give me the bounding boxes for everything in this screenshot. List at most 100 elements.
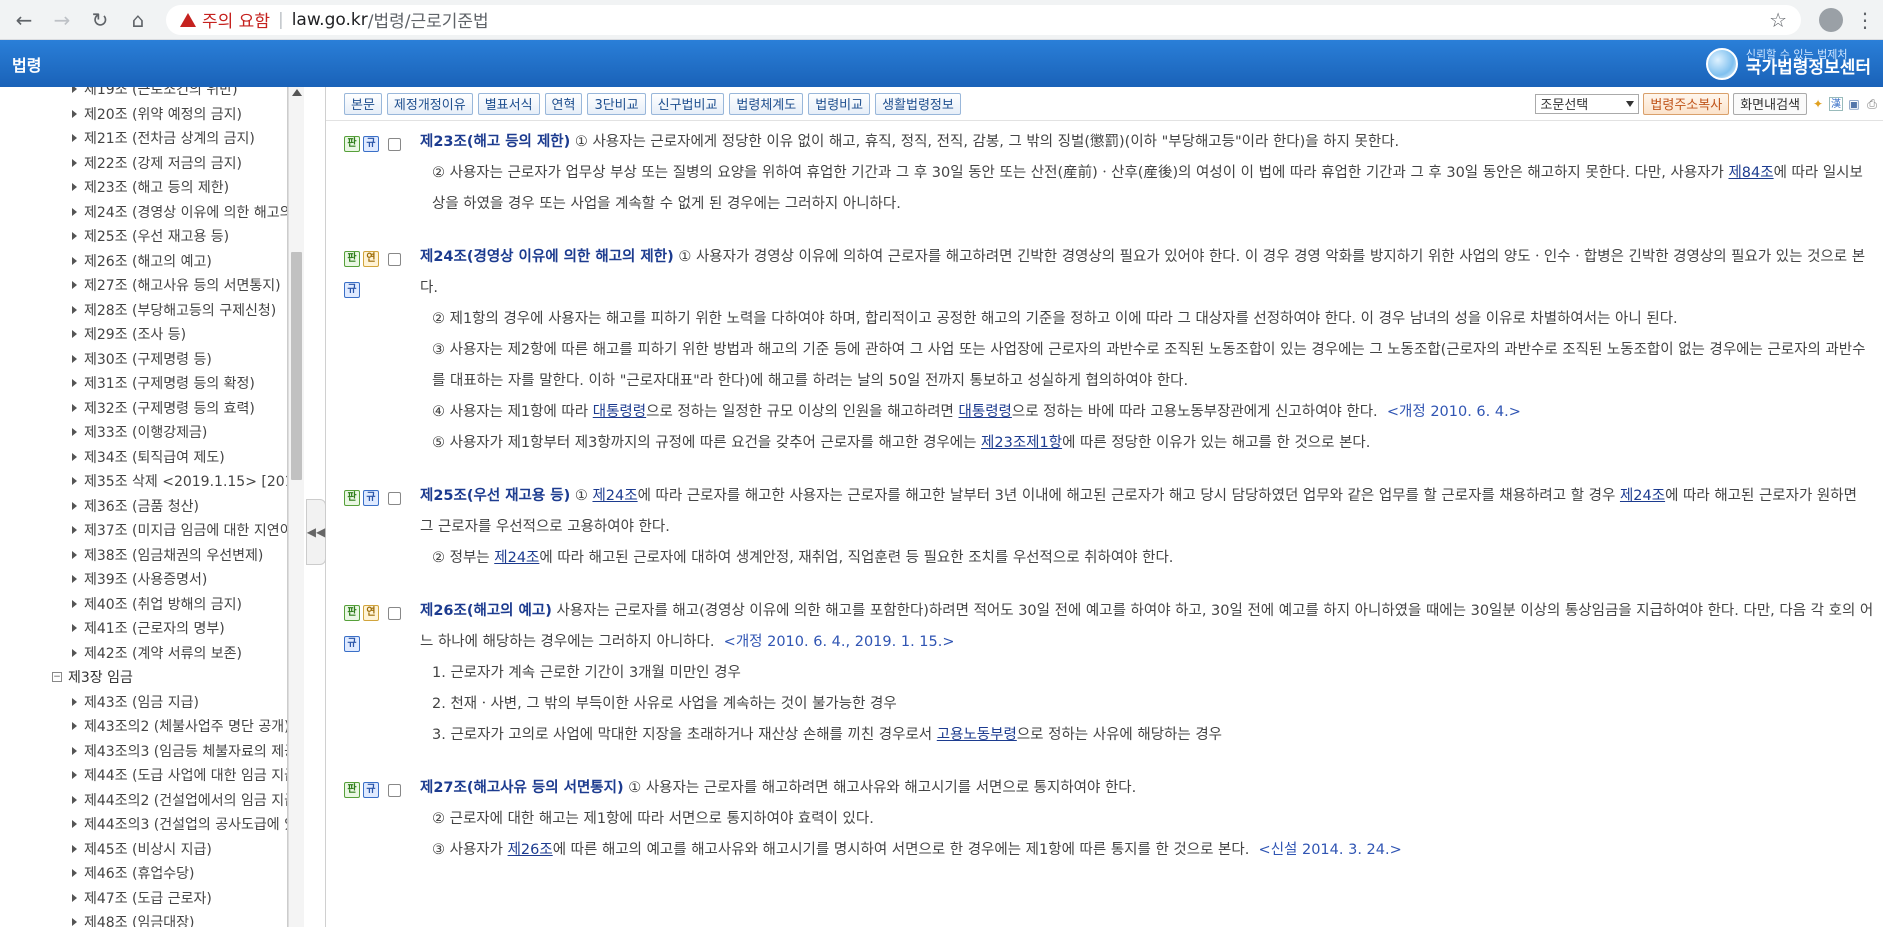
tab-history[interactable]: 연혁 xyxy=(544,92,583,115)
sidebar-tree-item[interactable]: 제29조 (조사 등) xyxy=(0,322,284,347)
article-checkbox[interactable] xyxy=(388,137,401,151)
sidebar-tree-item[interactable]: 제33조 (이행강제금) xyxy=(0,420,284,445)
tab-old-new-compare[interactable]: 신구법비교 xyxy=(650,92,725,115)
scroll-up-icon[interactable] xyxy=(292,89,302,96)
address-bar[interactable]: 주의 요함 | law.go.kr/법령/근로기준법 ☆ xyxy=(166,4,1801,35)
sidebar-scrollbar[interactable] xyxy=(288,87,304,927)
law-link[interactable]: 제26조 xyxy=(508,842,553,858)
sidebar-tree-item[interactable]: 제43조의3 (임금등 체불자료의 제공) xyxy=(0,739,287,764)
sidebar-tree-item[interactable]: 제32조 (구제명령 등의 효력) xyxy=(0,396,284,421)
sidebar-tree-item[interactable]: 제44조의3 (건설업의 공사도급에 있어서의 임금에 관한 특례) xyxy=(0,812,287,837)
collapse-sidebar-icon[interactable]: ◀◀ xyxy=(306,499,326,565)
sidebar-tree-item[interactable]: 제46조 (휴업수당) xyxy=(0,861,284,886)
sidebar-tree-item[interactable]: 제43조의2 (체불사업주 명단 공개) xyxy=(0,714,287,739)
sidebar-tree-item[interactable]: 제30조 (구제명령 등) xyxy=(0,347,284,372)
sidebar-tree-item[interactable]: 제44조 (도급 사업에 대한 임금 지급) xyxy=(0,763,287,788)
home-icon[interactable]: ⌂ xyxy=(122,4,154,36)
browser-menu-icon[interactable]: ⋮ xyxy=(1855,8,1875,32)
law-link[interactable]: 제84조 xyxy=(1728,165,1773,181)
sidebar-tree-item[interactable]: 제37조 (미지급 임금에 대한 지연이자) xyxy=(0,518,287,543)
back-icon[interactable]: ← xyxy=(8,4,40,36)
tab-three-step-compare[interactable]: 3단비교 xyxy=(587,92,646,115)
security-warning[interactable]: 주의 요함 xyxy=(180,7,270,32)
article-select[interactable]: 조문선택 xyxy=(1535,93,1640,114)
law-link[interactable]: 제23조제1항 xyxy=(981,435,1062,451)
precedent-badge[interactable]: 판 xyxy=(344,251,360,267)
sidebar-tree-item[interactable]: 제38조 (임금채권의 우선변제) xyxy=(0,543,284,568)
collapse-chapter-icon[interactable]: − xyxy=(52,672,62,683)
copy-address-button[interactable]: 법령주소복사 xyxy=(1643,92,1730,115)
precedent-badge[interactable]: 판 xyxy=(344,605,360,621)
sidebar-tree-item[interactable]: 제45조 (비상시 지급) xyxy=(0,837,284,862)
sidebar-tree-item[interactable]: 제27조 (해고사유 등의 서면통지) xyxy=(0,273,284,298)
sidebar-tree-item[interactable]: 제31조 (구제명령 등의 확정) xyxy=(0,371,284,396)
profile-avatar[interactable] xyxy=(1819,7,1843,32)
tab-appendix-forms[interactable]: 별표서식 xyxy=(477,92,540,115)
sidebar-tree-item[interactable]: 제42조 (계약 서류의 보존) xyxy=(0,641,284,666)
regulation-badge[interactable]: 규 xyxy=(344,636,360,652)
hanja-icon[interactable]: 漢 xyxy=(1829,96,1843,111)
revision-note[interactable]: <신설 2014. 3. 24.> xyxy=(1259,842,1402,858)
regulation-badge[interactable]: 규 xyxy=(363,136,379,152)
regulation-badge[interactable]: 규 xyxy=(344,282,360,298)
forward-icon[interactable]: → xyxy=(46,4,78,36)
precedent-badge[interactable]: 판 xyxy=(344,782,360,798)
scroll-thumb[interactable] xyxy=(291,252,302,480)
precedent-badge[interactable]: 판 xyxy=(344,490,360,506)
sidebar-tree-item[interactable]: 제22조 (강제 저금의 금지) xyxy=(0,151,284,176)
revision-note[interactable]: <개정 2010. 6. 4.> xyxy=(1387,404,1521,420)
sidebar-tree-item[interactable]: 제24조 (경영상 이유에 의한 해고의 제한) xyxy=(0,200,287,225)
article-title[interactable]: 제27조(해고사유 등의 서면통지) xyxy=(420,780,624,796)
sidebar-tree-item[interactable]: 제43조 (임금 지급) xyxy=(0,690,284,715)
bookmark-star-icon[interactable]: ☆ xyxy=(1769,8,1787,32)
revision-note[interactable]: <개정 2010. 6. 4., 2019. 1. 15.> xyxy=(724,634,955,650)
tab-revision-reason[interactable]: 제정개정이유 xyxy=(386,92,473,115)
tab-life-law-info[interactable]: 생활법령정보 xyxy=(875,92,961,115)
precedent-badge[interactable]: 판 xyxy=(344,136,360,152)
sidebar-tree-item[interactable]: 제28조 (부당해고등의 구제신청) xyxy=(0,298,284,323)
sidebar-tree-item[interactable]: 제47조 (도급 근로자) xyxy=(0,886,284,911)
reload-icon[interactable]: ↻ xyxy=(84,4,116,36)
regulation-badge[interactable]: 규 xyxy=(363,490,379,506)
sidebar-chapter[interactable]: − 제3장 임금 xyxy=(0,665,284,690)
sidebar-tree-item[interactable]: 제39조 (사용증명서) xyxy=(0,567,284,592)
sidebar-tree-item[interactable]: 제19조 (근로조건의 위반) xyxy=(0,87,284,102)
sidebar-tree-item[interactable]: 제41조 (근로자의 명부) xyxy=(0,616,284,641)
law-link[interactable]: 제24조 xyxy=(1620,488,1665,504)
law-link[interactable]: 제24조 xyxy=(592,488,637,504)
bookmark-add-icon[interactable]: ✦ xyxy=(1811,97,1825,111)
article-checkbox[interactable] xyxy=(388,252,401,266)
print-icon[interactable]: ⎙ xyxy=(1865,97,1879,111)
law-link[interactable]: 제24조 xyxy=(494,550,539,566)
regulation-badge[interactable]: 규 xyxy=(363,782,379,798)
sidebar-tree-item[interactable]: 제36조 (금품 청산) xyxy=(0,494,284,519)
article-title[interactable]: 제24조(경영상 이유에 의한 해고의 제한) xyxy=(420,249,674,265)
site-logo[interactable]: 신뢰할 수 있는 법제처 국가법령정보센터 xyxy=(1705,47,1871,80)
sidebar-tree-item[interactable]: 제21조 (전차금 상계의 금지) xyxy=(0,126,284,151)
history-badge[interactable]: 연 xyxy=(363,605,379,621)
sidebar-tree-item[interactable]: 제25조 (우선 재고용 등) xyxy=(0,224,284,249)
sidebar-tree-item[interactable]: 제48조 (임금대장) xyxy=(0,910,284,927)
tab-body[interactable]: 본문 xyxy=(344,92,382,115)
sidebar-tree-item[interactable]: 제26조 (해고의 예고) xyxy=(0,249,284,274)
article-title[interactable]: 제23조(해고 등의 제한) xyxy=(420,134,570,150)
article-checkbox[interactable] xyxy=(388,783,401,797)
tab-law-structure[interactable]: 법령체계도 xyxy=(729,92,804,115)
article-title[interactable]: 제25조(우선 재고용 등) xyxy=(420,488,570,504)
sidebar-tree-item[interactable]: 제23조 (해고 등의 제한) xyxy=(0,175,284,200)
history-badge[interactable]: 연 xyxy=(363,251,379,267)
article-checkbox[interactable] xyxy=(388,491,401,505)
article-checkbox[interactable] xyxy=(388,606,401,620)
tab-law-compare[interactable]: 법령비교 xyxy=(808,92,871,115)
sidebar-tree-item[interactable]: 제35조 삭제 <2019.1.15> [2019.1.15] xyxy=(0,469,287,494)
sidebar-tree-item[interactable]: 제20조 (위약 예정의 금지) xyxy=(0,102,284,127)
law-link[interactable]: 대통령령 xyxy=(593,404,646,420)
sidebar-tree-item[interactable]: 제34조 (퇴직급여 제도) xyxy=(0,445,284,470)
article-title[interactable]: 제26조(해고의 예고) xyxy=(420,603,552,619)
sidebar-tree-item[interactable]: 제44조의2 (건설업에서의 임금 지급 연대책임) xyxy=(0,788,287,813)
law-link[interactable]: 고용노동부령 xyxy=(937,727,1017,743)
in-page-search-button[interactable]: 화면내검색 xyxy=(1733,92,1807,115)
save-icon[interactable]: ▣ xyxy=(1847,97,1861,111)
law-link[interactable]: 대통령령 xyxy=(959,404,1012,420)
sidebar-tree-item[interactable]: 제40조 (취업 방해의 금지) xyxy=(0,592,284,617)
